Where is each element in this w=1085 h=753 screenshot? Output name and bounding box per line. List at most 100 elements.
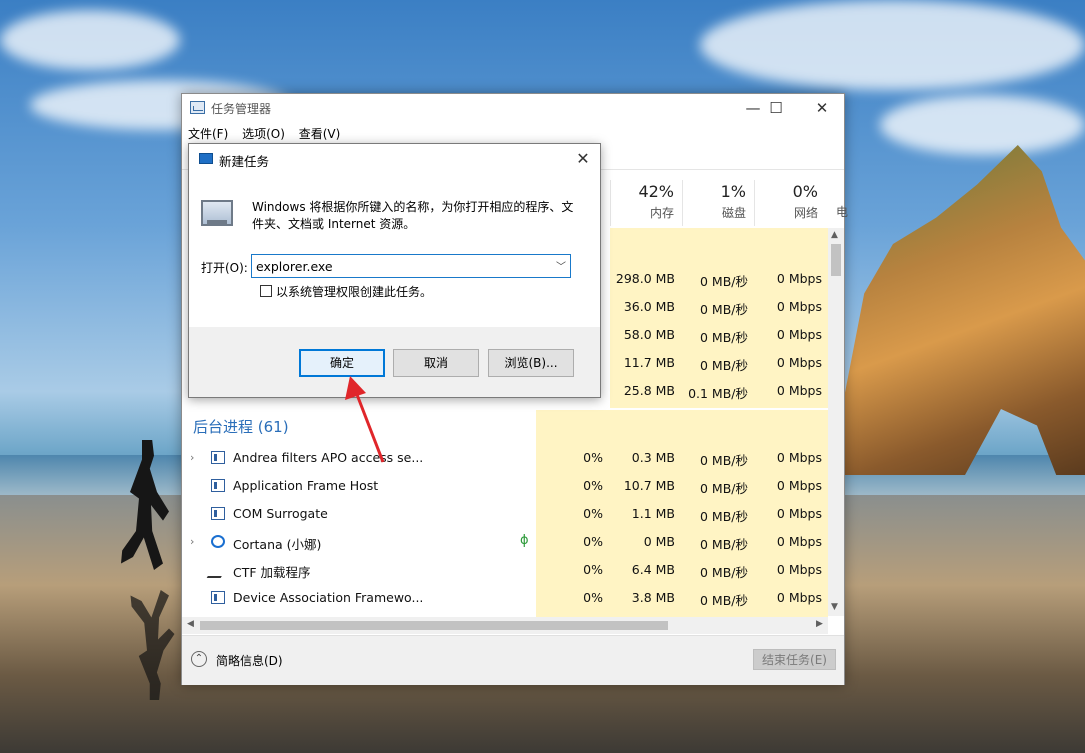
process-icon [211, 451, 225, 464]
chevron-down-icon[interactable]: ﹀ [556, 258, 566, 273]
network-cell: 0 Mbps [776, 590, 822, 605]
network-cell: 0 Mbps [776, 327, 822, 342]
network-cell: 0 Mbps [776, 562, 822, 577]
cloud [880, 95, 1085, 155]
footer-bar: ⌃ 简略信息(D) 结束任务(E) [182, 635, 844, 685]
scroll-up-icon[interactable]: ▲ [831, 230, 838, 240]
memory-cell: 0.3 MB [631, 450, 675, 465]
dialog-button-bar: 确定 取消 浏览(B)... [189, 327, 600, 397]
memory-cell: 1.1 MB [631, 506, 675, 521]
process-name: Application Frame Host [233, 478, 379, 493]
maximize-button[interactable]: ☐ [753, 94, 799, 122]
network-cell: 0 Mbps [776, 450, 822, 465]
column-power-partial[interactable]: 电 [836, 203, 848, 220]
run-icon [199, 153, 213, 164]
end-task-button[interactable]: 结束任务(E) [753, 649, 836, 670]
process-icon [211, 479, 225, 492]
run-program-icon [201, 200, 233, 226]
expand-chevron-icon[interactable]: › [190, 535, 194, 548]
disk-cell: 0 MB/秒 [700, 302, 748, 317]
process-name: Cortana (小娜) [233, 537, 322, 552]
ok-button[interactable]: 确定 [299, 349, 385, 377]
network-cell: 0 Mbps [776, 383, 822, 398]
disk-cell: 0 MB/秒 [700, 537, 748, 552]
disk-cell: 0 MB/秒 [700, 274, 748, 289]
disk-cell: 0.1 MB/秒 [688, 386, 748, 401]
process-row[interactable]: › Andrea filters APO access se... 0% 0.3… [182, 444, 828, 472]
cloud [0, 10, 180, 70]
dialog-description: Windows 将根据你所键入的名称，为你打开相应的程序、文件夹、文档或 Int… [252, 200, 574, 231]
memory-cell: 10.7 MB [623, 478, 675, 493]
column-disk[interactable]: 1% 磁盘 [682, 180, 754, 226]
cancel-button[interactable]: 取消 [393, 349, 479, 377]
column-memory[interactable]: 42% 内存 [610, 180, 682, 226]
process-name: CTF 加载程序 [233, 565, 311, 580]
scroll-left-icon[interactable]: ◀ [187, 619, 194, 629]
memory-cell: 6.4 MB [631, 562, 675, 577]
process-icon [211, 507, 225, 520]
suspended-leaf-icon: ϕ [520, 533, 529, 548]
dialog-title-bar[interactable]: 新建任务 ✕ [189, 144, 600, 174]
disk-cell: 0 MB/秒 [700, 453, 748, 468]
scroll-thumb[interactable] [200, 621, 668, 630]
dialog-title: 新建任务 [219, 154, 270, 169]
cloud [700, 0, 1085, 90]
background-processes-heading: 后台进程 (61) [193, 418, 289, 436]
pen-icon [211, 563, 225, 576]
process-row[interactable]: › Cortana (小娜) ϕ 0% 0 MB 0 MB/秒 0 Mbps [182, 528, 828, 556]
process-row[interactable]: Application Frame Host 0% 10.7 MB 0 MB/秒… [182, 472, 828, 500]
open-combobox[interactable]: ﹀ [251, 254, 571, 278]
title-bar[interactable]: 任务管理器 — ☐ ✕ [182, 94, 844, 122]
window-title: 任务管理器 [211, 102, 272, 116]
network-cell: 0 Mbps [776, 271, 822, 286]
memory-percent: 42% [638, 182, 674, 201]
network-cell: 0 Mbps [776, 506, 822, 521]
network-cell: 0 Mbps [776, 299, 822, 314]
column-network[interactable]: 0% 网络 [754, 180, 826, 226]
fewer-details-link[interactable]: 简略信息(D) [216, 652, 283, 669]
memory-cell: 3.8 MB [631, 590, 675, 605]
disk-cell: 0 MB/秒 [700, 565, 748, 580]
rock-arch [845, 145, 1085, 475]
network-percent: 0% [792, 182, 818, 201]
process-name: Andrea filters APO access se... [233, 450, 424, 465]
network-cell: 0 Mbps [776, 478, 822, 493]
network-cell: 0 Mbps [776, 534, 822, 549]
network-cell: 0 Mbps [776, 355, 822, 370]
network-label: 网络 [793, 206, 818, 220]
disk-cell: 0 MB/秒 [700, 330, 748, 345]
process-name: COM Surrogate [233, 506, 328, 521]
dialog-close-button[interactable]: ✕ [570, 147, 596, 171]
process-row[interactable]: COM Surrogate 0% 1.1 MB 0 MB/秒 0 Mbps [182, 500, 828, 528]
disk-percent: 1% [720, 182, 746, 201]
disk-cell: 0 MB/秒 [700, 481, 748, 496]
open-input[interactable] [252, 255, 558, 277]
process-row[interactable]: Device Association Framewo... 0% 3.8 MB … [182, 584, 828, 612]
new-task-dialog: 新建任务 ✕ Windows 将根据你所键入的名称，为你打开相应的程序、文件夹、… [188, 143, 601, 398]
menu-file[interactable]: 文件(F) [188, 127, 228, 141]
scroll-right-icon[interactable]: ▶ [816, 619, 823, 629]
open-label: 打开(O): [201, 261, 248, 275]
admin-checkbox[interactable] [260, 285, 272, 297]
process-icon [211, 591, 225, 604]
vertical-scrollbar[interactable]: ▲ ▼ [828, 228, 844, 616]
horizontal-scrollbar[interactable]: ◀ ▶ [182, 617, 828, 634]
menu-view[interactable]: 查看(V) [299, 127, 341, 141]
scroll-down-icon[interactable]: ▼ [831, 602, 838, 612]
scroll-thumb[interactable] [831, 244, 841, 276]
task-manager-icon [190, 101, 205, 114]
disk-cell: 0 MB/秒 [700, 509, 748, 524]
memory-cell: 0 MB [643, 534, 675, 549]
browse-button[interactable]: 浏览(B)... [488, 349, 574, 377]
expand-chevron-icon[interactable]: › [190, 451, 194, 464]
cortana-icon [211, 535, 225, 548]
disk-label: 磁盘 [721, 206, 746, 220]
process-row[interactable]: CTF 加载程序 0% 6.4 MB 0 MB/秒 0 Mbps [182, 556, 828, 584]
close-button[interactable]: ✕ [799, 94, 845, 122]
admin-checkbox-label[interactable]: 以系统管理权限创建此任务。 [276, 283, 432, 300]
menu-options[interactable]: 选项(O) [242, 127, 285, 141]
memory-label: 内存 [649, 206, 674, 220]
chevron-up-icon[interactable]: ⌃ [191, 651, 207, 667]
menu-bar: 文件(F) 选项(O) 查看(V) [188, 125, 350, 143]
disk-cell: 0 MB/秒 [700, 593, 748, 608]
